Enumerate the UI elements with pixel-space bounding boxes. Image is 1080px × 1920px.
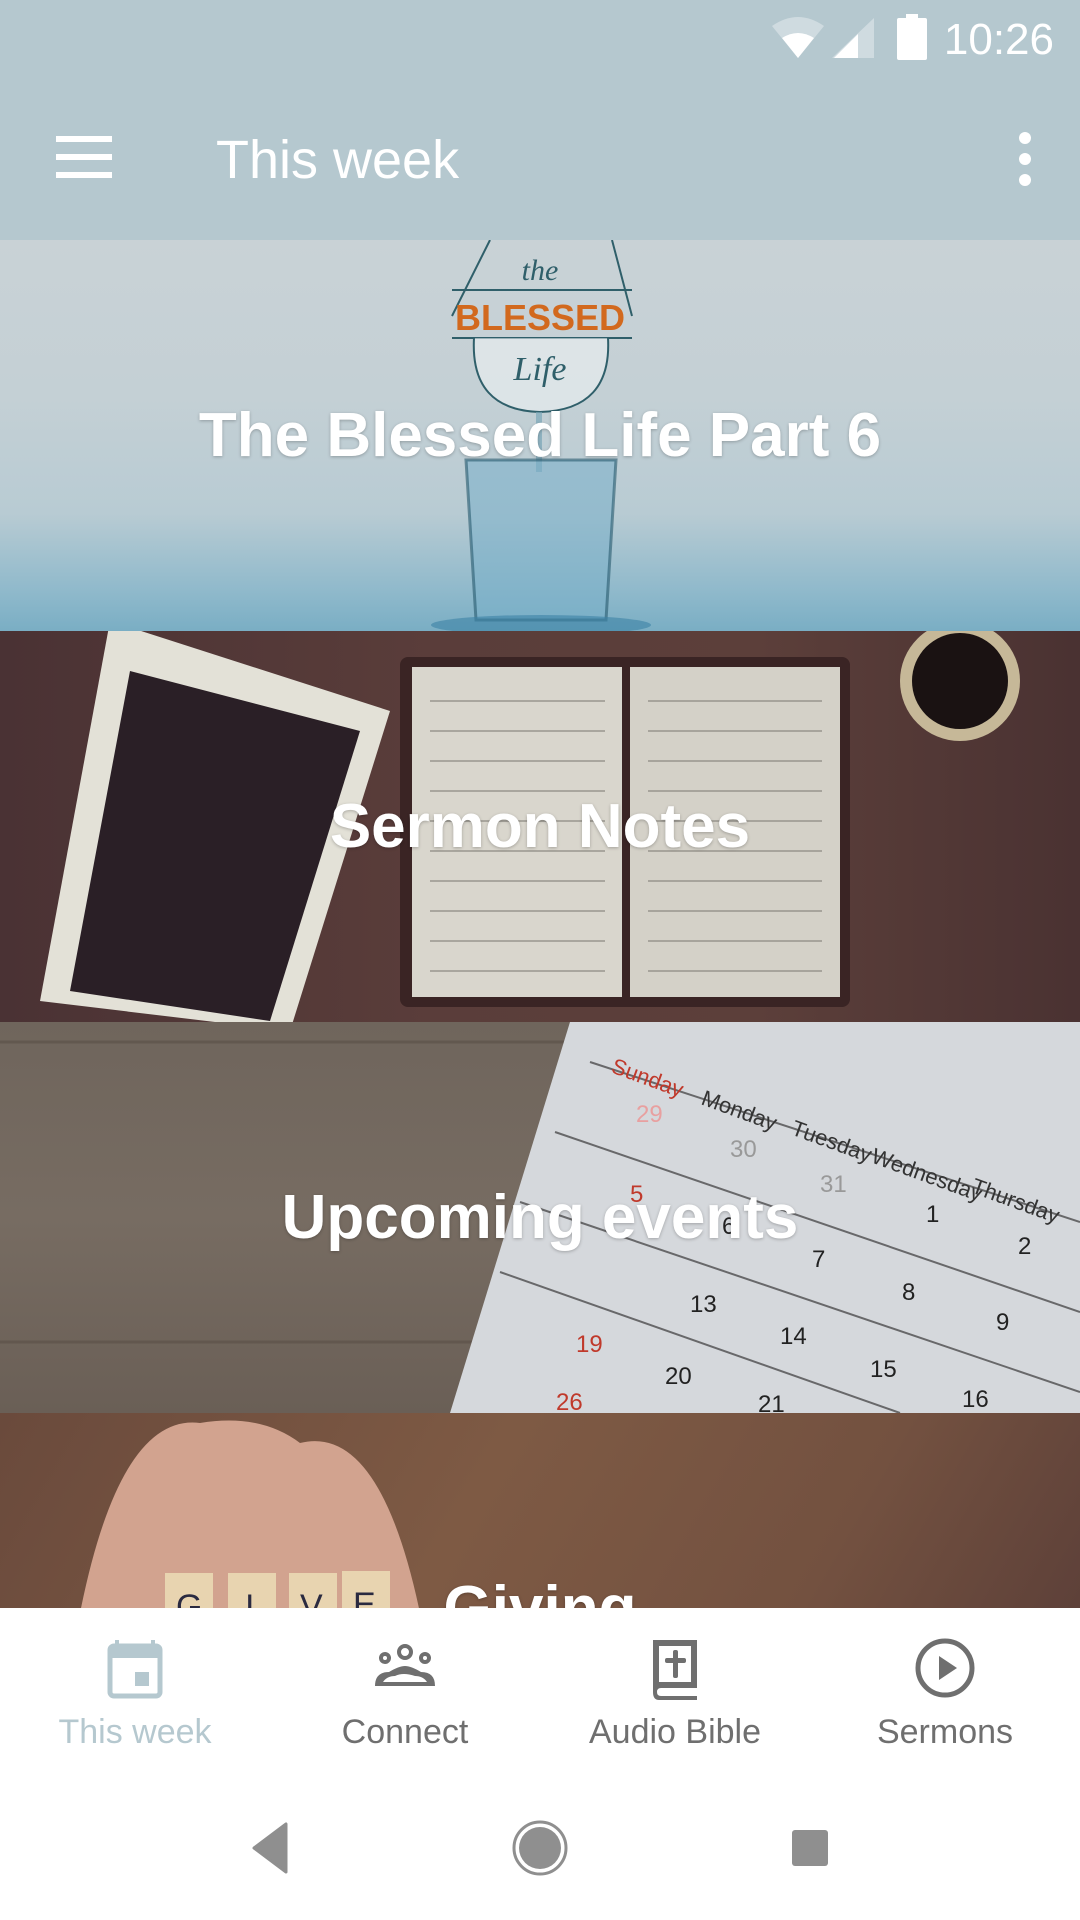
svg-text:16: 16: [962, 1386, 989, 1413]
nav-tab-audio-bible[interactable]: Audio Bible: [540, 1608, 810, 1776]
groups-icon: [375, 1644, 435, 1686]
nav-label: This week: [58, 1713, 212, 1751]
svg-text:13: 13: [690, 1291, 717, 1318]
status-time: 10:26: [943, 15, 1054, 64]
card-sermon-notes[interactable]: Sermon Notes: [0, 631, 1080, 1022]
system-navigation-bar: [0, 1776, 1080, 1920]
wifi-icon: [772, 17, 824, 58]
card-title: Upcoming events: [281, 1182, 799, 1252]
nav-tab-this-week[interactable]: This week: [0, 1608, 270, 1776]
svg-text:20: 20: [665, 1363, 692, 1390]
svg-text:15: 15: [870, 1356, 897, 1383]
play-circle-icon: [915, 1638, 975, 1698]
svg-text:30: 30: [730, 1136, 757, 1163]
recents-square-icon[interactable]: [778, 1816, 842, 1880]
cell-signal-icon: [832, 18, 874, 58]
svg-text:9: 9: [996, 1309, 1009, 1336]
card-title: Sermon Notes: [329, 791, 751, 861]
hamburger-menu-icon[interactable]: [40, 120, 128, 200]
card-upcoming-events[interactable]: Sunday Monday Tuesday Wednesday Thursday…: [0, 1022, 1080, 1413]
logo-the: the: [522, 254, 559, 287]
card-title: The Blessed Life Part 6: [198, 400, 882, 470]
home-circle-icon[interactable]: [508, 1816, 572, 1880]
svg-text:21: 21: [758, 1391, 785, 1413]
logo-life: Life: [513, 351, 567, 388]
card-title: Giving: [443, 1573, 637, 1609]
nav-label: Connect: [341, 1713, 469, 1751]
bible-book-icon: [653, 1640, 697, 1700]
svg-text:26: 26: [556, 1389, 583, 1413]
svg-text:19: 19: [576, 1331, 603, 1358]
app-toolbar: This week: [0, 80, 1080, 240]
svg-text:29: 29: [636, 1101, 663, 1128]
bottom-navigation: This week Connect Audio Bible Sermons: [0, 1608, 1080, 1776]
page-title: This week: [216, 130, 460, 190]
nav-label: Audio Bible: [588, 1713, 761, 1751]
nav-tab-connect[interactable]: Connect: [270, 1608, 540, 1776]
card-blessed-life[interactable]: the BLESSED Life The Blessed Life Part 6: [0, 240, 1080, 631]
logo-blessed: BLESSED: [455, 297, 625, 338]
card-giving[interactable]: G I V E Giving: [0, 1413, 1080, 1608]
calendar-today-icon: [107, 1640, 163, 1699]
more-vertical-icon[interactable]: [992, 120, 1056, 200]
content-list[interactable]: the BLESSED Life The Blessed Life Part 6: [0, 240, 1080, 1608]
svg-text:14: 14: [780, 1323, 807, 1350]
status-bar: 10:26: [0, 0, 1080, 80]
nav-tab-sermons[interactable]: Sermons: [810, 1608, 1080, 1776]
back-triangle-icon[interactable]: [238, 1816, 302, 1880]
svg-text:8: 8: [902, 1279, 915, 1306]
battery-icon: [897, 14, 927, 60]
nav-label: Sermons: [876, 1713, 1014, 1751]
